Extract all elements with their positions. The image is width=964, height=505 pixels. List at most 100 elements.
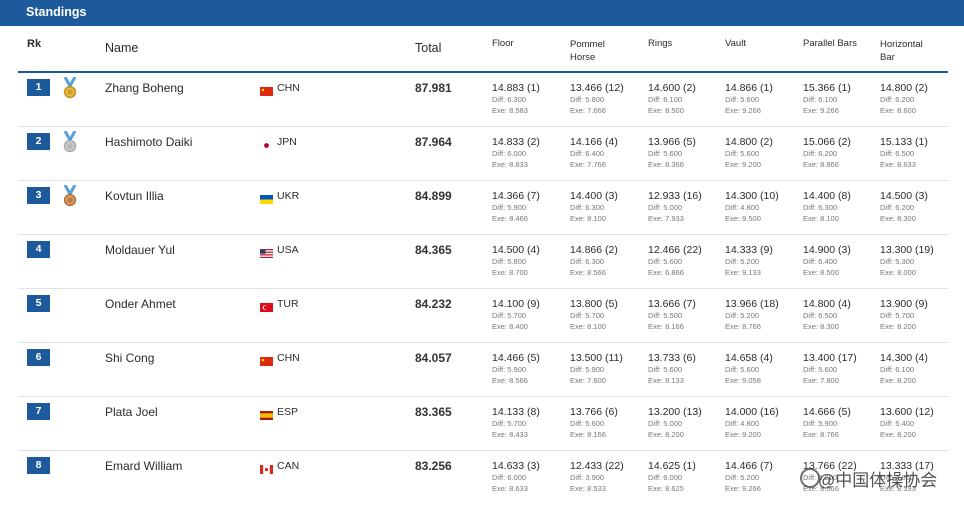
apparatus-final-score: 13.466 (12) [570,82,624,94]
apparatus-final-score: 14.500 (3) [880,190,928,202]
execution-score: Exe: 7.600 [570,376,606,385]
apparatus-final-score: 13.400 (17) [803,352,857,364]
apparatus-score: 14.625 (1) Diff: 6.000 Exe: 8.625 [648,460,696,494]
table-row[interactable]: 6 Shi Cong CHN 84.057 14.466 (5) Diff: 5.90… [0,343,964,397]
total-score: 87.964 [415,135,452,149]
apparatus-final-score: 12.466 (22) [648,244,702,256]
total-score: 84.057 [415,351,452,365]
apparatus-score: 13.966 (18) Diff: 5.200 Exe: 8.766 [725,298,779,332]
apparatus-score: 14.883 (1) Diff: 6.300 Exe: 8.583 [492,82,540,116]
apparatus-final-score: 14.900 (3) [803,244,851,256]
execution-score: Exe: 8.466 [492,214,528,223]
athlete-name[interactable]: Hashimoto Daiki [105,135,192,149]
apparatus-score: 14.800 (2) Diff: 5.600 Exe: 9.200 [725,136,773,170]
nation-code: CHN [277,82,300,94]
total-score: 87.981 [415,81,452,95]
athlete-name[interactable]: Shi Cong [105,351,154,365]
difficulty-score: Diff: 5.200 [725,311,760,320]
execution-score: Exe: 8.533 [570,484,606,493]
execution-score: Exe: 8.400 [492,322,528,331]
apparatus-final-score: 14.166 (4) [570,136,618,148]
apparatus-score: 14.400 (8) Diff: 6.300 Exe: 8.100 [803,190,851,224]
total-score: 84.365 [415,243,452,257]
execution-score: Exe: 8.500 [803,268,839,277]
col-header-floor[interactable]: Floor [492,38,552,49]
table-row[interactable]: 5 Onder Ahmet TUR 84.232 14.100 (9) Diff: 5… [0,289,964,343]
nation-code: ESP [277,406,299,418]
apparatus-final-score: 14.800 (4) [803,298,851,310]
apparatus-score: 14.833 (2) Diff: 6.000 Exe: 8.833 [492,136,540,170]
col-header-parallel-bars[interactable]: Parallel Bars [803,38,873,49]
rank-badge: 3 [27,187,50,204]
difficulty-score: Diff: 6.000 [648,473,683,482]
col-header-horizontal-bar[interactable]: Horizontal Bar [880,38,940,64]
execution-score: Exe: 9.200 [725,430,761,439]
bronze-medal-icon [63,185,77,207]
col-header-total[interactable]: Total [415,41,441,55]
difficulty-score: Diff: 5.200 [725,257,760,266]
flag-icon [260,83,273,96]
apparatus-final-score: 14.633 (3) [492,460,540,472]
total-score: 83.256 [415,459,452,473]
execution-score: Exe: 8.100 [803,214,839,223]
apparatus-final-score: 14.400 (3) [570,190,618,202]
difficulty-score: Diff: 5.700 [570,311,605,320]
difficulty-score: Diff: 5.600 [725,95,760,104]
execution-score: Exe: 9.058 [725,376,761,385]
apparatus-score: 14.466 (7) Diff: 5.200 Exe: 9.266 [725,460,773,494]
apparatus-score: 13.400 (17) Diff: 5.600 Exe: 7.800 [803,352,857,386]
execution-score: Exe: 8.633 [492,484,528,493]
execution-score: Exe: 7.800 [803,376,839,385]
rank-badge: 8 [27,457,50,474]
athlete-name[interactable]: Kovtun Illia [105,189,164,203]
difficulty-score: Diff: 6.300 [570,203,605,212]
difficulty-score: Diff: 5.600 [648,149,683,158]
apparatus-score: 14.000 (16) Diff: 4.800 Exe: 9.200 [725,406,779,440]
apparatus-score: 14.366 (7) Diff: 5.900 Exe: 8.466 [492,190,540,224]
col-header-rings[interactable]: Rings [648,38,708,49]
execution-score: Exe: 9.266 [725,484,761,493]
apparatus-final-score: 13.800 (5) [570,298,618,310]
table-row[interactable]: 2 Hashimoto Daiki JPN 87.964 14.833 (2) Di… [0,127,964,181]
difficulty-score: Diff: 5.700 [880,311,915,320]
col-header-vault[interactable]: Vault [725,38,785,49]
athlete-name[interactable]: Onder Ahmet [105,297,176,311]
athlete-name[interactable]: Moldauer Yul [105,243,175,257]
rank-badge: 4 [27,241,50,258]
col-header-name[interactable]: Name [105,41,138,55]
execution-score: Exe: 7.933 [648,214,684,223]
nation-code: CHN [277,352,300,364]
athlete-name[interactable]: Emard William [105,459,182,473]
execution-score: Exe: 8.833 [492,160,528,169]
apparatus-final-score: 14.300 (4) [880,352,928,364]
apparatus-final-score: 14.300 (10) [725,190,779,202]
difficulty-score: Diff: 5.800 [570,95,605,104]
difficulty-score: Diff: 5.500 [648,311,683,320]
difficulty-score: Diff: 5.800 [492,257,527,266]
flag-icon [260,299,273,312]
apparatus-final-score: 14.333 (9) [725,244,773,256]
difficulty-score: Diff: 5.000 [648,419,683,428]
col-header-pommel-horse[interactable]: Pommel Horse [570,38,620,64]
table-row[interactable]: 3 Kovtun Illia UKR 84.899 14.366 (7) Diff:… [0,181,964,235]
apparatus-score: 13.500 (11) Diff: 5.900 Exe: 7.600 [570,352,623,386]
athlete-name[interactable]: Zhang Boheng [105,81,184,95]
athlete-name[interactable]: Plata Joel [105,405,158,419]
table-row[interactable]: 4 Moldauer Yul USA 84.365 14.500 (4) Diff: … [0,235,964,289]
difficulty-score: Diff: 6.000 [492,473,527,482]
col-header-rank[interactable]: Rk [27,38,41,50]
execution-score: Exe: 8.866 [803,160,839,169]
apparatus-score: 14.900 (3) Diff: 6.400 Exe: 8.500 [803,244,851,278]
apparatus-score: 13.466 (12) Diff: 5.800 Exe: 7.666 [570,82,624,116]
apparatus-final-score: 13.966 (5) [648,136,696,148]
difficulty-score: Diff: 5.200 [725,473,760,482]
apparatus-final-score: 14.800 (2) [880,82,928,94]
table-row[interactable]: 1 Zhang Boheng CHN 87.981 14.883 (1) Diff:… [0,73,964,127]
execution-score: Exe: 9.133 [725,268,761,277]
apparatus-final-score: 14.466 (5) [492,352,540,364]
silver-medal-icon [63,131,77,153]
table-row[interactable]: 7 Plata Joel ESP 83.365 14.133 (8) Diff: 5.… [0,397,964,451]
apparatus-score: 14.300 (4) Diff: 6.100 Exe: 8.200 [880,352,928,386]
standings-header-bar: Standings [0,0,964,26]
rank-badge: 7 [27,403,50,420]
